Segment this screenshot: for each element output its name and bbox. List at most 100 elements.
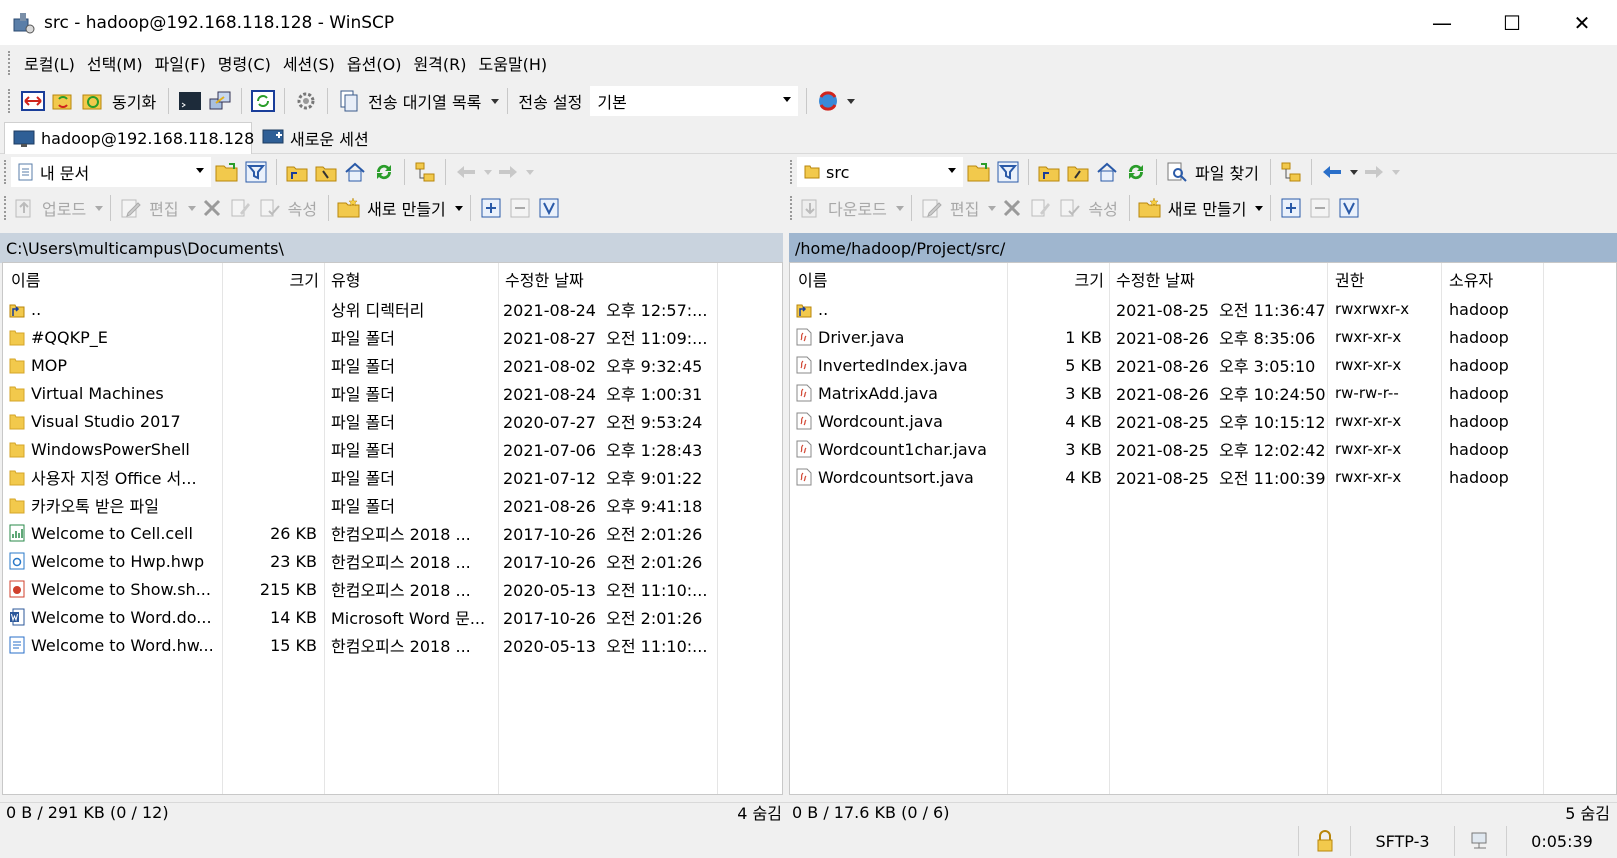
forward-arrow-icon[interactable] <box>1361 159 1387 185</box>
download-icon[interactable] <box>797 195 823 221</box>
toolbar-grip[interactable] <box>4 196 8 220</box>
chevron-down-icon[interactable] <box>484 169 492 175</box>
tab-session[interactable]: hadoop@192.168.118.128 <box>4 122 254 154</box>
local-file-row[interactable]: Welcome to Hwp.hwp 23 KB 한컴오피스 2018 ... 201… <box>3 547 782 575</box>
edit-icon[interactable] <box>118 195 144 221</box>
unselect-minus-icon[interactable] <box>507 195 533 221</box>
properties-label[interactable]: 속성 <box>288 196 317 220</box>
remote-file-row[interactable]: MatrixAdd.java 3 KB 2021-08-26 오후 10:24:50… <box>790 379 1616 407</box>
minimize-button[interactable]: — <box>1407 0 1477 45</box>
rename-icon[interactable] <box>228 195 254 221</box>
unselect-minus-icon[interactable] <box>1307 195 1333 221</box>
find-files-icon[interactable] <box>1164 159 1190 185</box>
menu-session[interactable]: 세션(S) <box>277 51 341 75</box>
menu-options[interactable]: 옵션(O) <box>341 51 408 75</box>
home-icon[interactable] <box>1094 159 1120 185</box>
menu-help[interactable]: 도움말(H) <box>473 51 554 75</box>
remote-file-row[interactable]: Wordcountsort.java 4 KB 2021-08-25 오전 11:0… <box>790 463 1616 491</box>
encryption-lock-icon[interactable] <box>1298 826 1350 856</box>
network-connection-icon[interactable] <box>1454 826 1506 856</box>
filter-icon[interactable] <box>243 159 269 185</box>
putty-icon[interactable] <box>207 88 233 114</box>
transfer-preset-select[interactable]: 기본 <box>590 86 799 116</box>
toolbar-grip[interactable] <box>790 160 794 184</box>
properties-icon[interactable] <box>1057 195 1083 221</box>
terminal-icon[interactable] <box>177 88 203 114</box>
local-file-row[interactable]: .. 상위 디렉터리 2021-08-24 오후 12:57:... <box>3 295 782 323</box>
tab-new-session[interactable]: 새로운 세션 <box>254 122 386 154</box>
refresh-icon[interactable] <box>1123 159 1149 185</box>
forward-arrow-icon[interactable] <box>495 159 521 185</box>
preferences-gear-icon[interactable] <box>293 88 319 114</box>
compare-directories-icon[interactable] <box>20 88 46 114</box>
chevron-down-icon[interactable] <box>95 205 104 211</box>
remote-file-row[interactable]: Driver.java 1 KB 2021-08-26 오후 8:35:06 rwxr… <box>790 323 1616 351</box>
chevron-down-icon[interactable] <box>187 205 196 211</box>
delete-icon[interactable] <box>999 195 1025 221</box>
tree-view-icon[interactable] <box>412 159 438 185</box>
column-header-owner[interactable]: 소유자 <box>1449 263 1549 295</box>
local-file-row[interactable]: 카카오톡 받은 파일 파일 폴더 2021-08-26 오후 9:41:18 <box>3 491 782 519</box>
column-header-rights[interactable]: 권한 <box>1335 263 1435 295</box>
tree-view-icon[interactable] <box>1278 159 1304 185</box>
chevron-down-icon[interactable] <box>1255 205 1264 211</box>
remote-location-select[interactable]: src <box>797 157 963 187</box>
local-path-bar[interactable]: C:\Users\multicampus\Documents\ <box>0 233 783 263</box>
select-all-plus-icon[interactable] <box>478 195 504 221</box>
delete-icon[interactable] <box>199 195 225 221</box>
open-folder-icon[interactable] <box>214 159 240 185</box>
toolbar-grip[interactable] <box>4 160 8 184</box>
reconnect-globe-icon[interactable] <box>815 88 841 114</box>
rename-icon[interactable] <box>1028 195 1054 221</box>
synchronize-icon[interactable] <box>80 88 106 114</box>
local-file-row[interactable]: #QQKP_E 파일 폴더 2021-08-27 오전 11:09:... <box>3 323 782 351</box>
open-folder-icon[interactable] <box>966 159 992 185</box>
column-header-size[interactable]: 크기 <box>1008 263 1104 295</box>
local-file-row[interactable]: 사용자 지정 Office 서... 파일 폴더 2021-07-12 오후 9:0… <box>3 463 782 491</box>
upload-icon[interactable] <box>11 195 37 221</box>
find-files-label[interactable]: 파일 찾기 <box>1195 160 1259 184</box>
back-arrow-icon[interactable] <box>453 159 479 185</box>
remote-file-row[interactable]: .. 2021-08-25 오전 11:36:47 rwxrwxr-x hadoop <box>790 295 1616 323</box>
chevron-down-icon[interactable] <box>526 169 534 175</box>
remote-file-row[interactable]: Wordcount1char.java 3 KB 2021-08-25 오후 12:… <box>790 435 1616 463</box>
local-location-select[interactable]: 내 문서 <box>11 157 211 187</box>
remote-file-row[interactable]: Wordcount.java 4 KB 2021-08-25 오후 10:15:12… <box>790 407 1616 435</box>
local-file-row[interactable]: Virtual Machines 파일 폴더 2021-08-24 오후 1:00:… <box>3 379 782 407</box>
toolbar-grip[interactable] <box>790 196 794 220</box>
menu-file[interactable]: 파일(F) <box>149 51 212 75</box>
column-header-name[interactable]: 이름 ^ <box>798 263 998 295</box>
local-file-row[interactable]: WindowsPowerShell 파일 폴더 2021-07-06 오후 1:28… <box>3 435 782 463</box>
close-button[interactable]: ✕ <box>1547 0 1617 45</box>
download-label[interactable]: 다운로드 <box>828 196 887 220</box>
queue-list-label[interactable]: 전송 대기열 목록 <box>368 89 481 113</box>
invert-selection-icon[interactable] <box>536 195 562 221</box>
chevron-down-icon[interactable] <box>1391 169 1400 175</box>
queue-icon[interactable] <box>336 88 362 114</box>
properties-label[interactable]: 속성 <box>1088 196 1117 220</box>
local-file-row[interactable]: Welcome to Show.sh... 215 KB 한컴오피스 2018 ..… <box>3 575 782 603</box>
chevron-down-icon[interactable] <box>847 98 856 104</box>
local-file-row[interactable]: Welcome to Cell.cell 26 KB 한컴오피스 2018 ... 2… <box>3 519 782 547</box>
back-arrow-icon[interactable] <box>1319 159 1345 185</box>
local-file-row[interactable]: MOP 파일 폴더 2021-08-02 오후 9:32:45 <box>3 351 782 379</box>
remote-file-list[interactable]: 이름 ^ 크기 수정한 날짜 권한 소유자 .. 2021-08-25 오전 11… <box>789 262 1617 795</box>
chevron-down-icon[interactable] <box>454 205 463 211</box>
edit-label[interactable]: 편집 <box>149 196 178 220</box>
menu-local[interactable]: 로컬(L) <box>18 51 81 75</box>
local-file-row[interactable]: Welcome to Word.hw... 15 KB 한컴오피스 2018 ...… <box>3 631 782 659</box>
menu-remote[interactable]: 원격(R) <box>407 51 472 75</box>
new-folder-icon[interactable] <box>336 195 362 221</box>
parent-directory-icon[interactable] <box>284 159 310 185</box>
column-header-name[interactable]: 이름 ^ <box>11 263 221 295</box>
invert-selection-icon[interactable] <box>1336 195 1362 221</box>
remote-file-row[interactable]: InvertedIndex.java 5 KB 2021-08-26 오후 3:05… <box>790 351 1616 379</box>
chevron-down-icon[interactable] <box>491 98 500 104</box>
select-all-plus-icon[interactable] <box>1278 195 1304 221</box>
synchronize-browsing-icon[interactable] <box>50 88 76 114</box>
column-header-size[interactable]: 크기 <box>223 263 319 295</box>
refresh-remote-icon[interactable] <box>250 88 276 114</box>
local-file-list[interactable]: 이름 ^ 크기 유형 수정한 날짜 .. 상위 디렉터리 2021-08-24 오후… <box>2 262 783 795</box>
home-icon[interactable] <box>342 159 368 185</box>
filter-icon[interactable] <box>995 159 1021 185</box>
